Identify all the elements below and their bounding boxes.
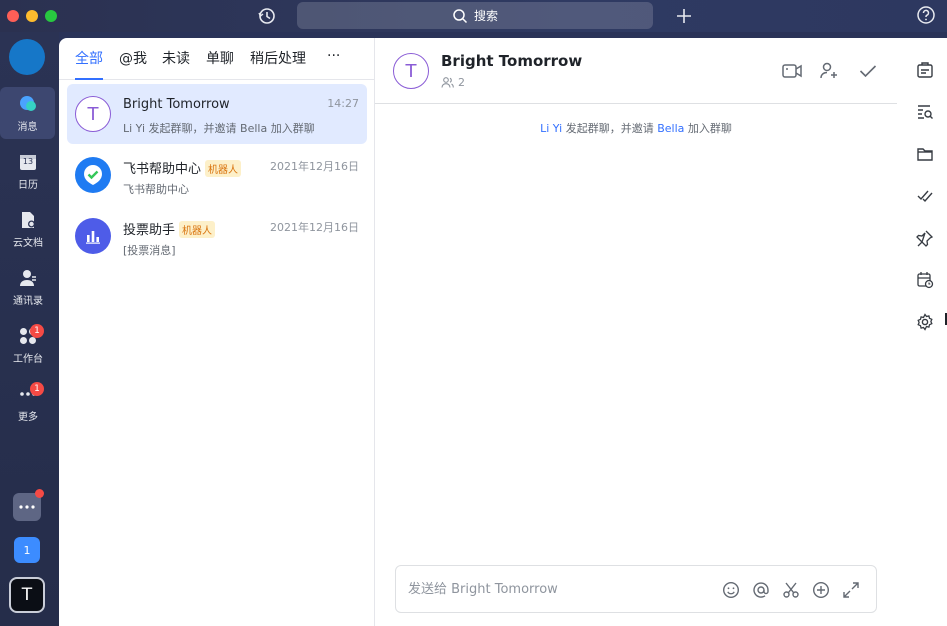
scissors-icon[interactable] (780, 579, 802, 601)
nav-docs-label: 云文档 (13, 238, 43, 249)
system-message-text: 加入群聊 (684, 122, 732, 135)
group-avatar-initial: T (87, 103, 99, 125)
nav-contacts[interactable]: 通讯录 (0, 261, 56, 313)
tasks-icon[interactable] (914, 185, 936, 207)
minimize-window-button[interactable] (26, 10, 38, 22)
more-badge: 1 (30, 382, 44, 396)
conversation-item[interactable]: 投票助手 机器人 2021年12月16日 [投票消息] (67, 206, 367, 266)
pin-icon[interactable] (914, 227, 936, 249)
calendar-icon: 13 (17, 151, 39, 173)
calendar-clock-icon[interactable] (914, 269, 936, 291)
tab-direct[interactable]: 单聊 (206, 48, 234, 68)
tab-more[interactable]: ··· (327, 48, 340, 64)
workspace-switch-badge[interactable]: 1 (14, 537, 40, 563)
workplace-badge: 1 (30, 324, 44, 338)
help-center-logo-icon (84, 165, 102, 185)
doc-icon (17, 209, 39, 231)
add-member-icon[interactable] (818, 60, 840, 82)
history-icon[interactable] (256, 5, 278, 27)
nav-contacts-label: 通讯录 (13, 296, 43, 307)
conversation-name: 投票助手 机器人 (123, 219, 216, 238)
check-icon[interactable] (857, 60, 879, 82)
conversation-time: 2021年12月16日 (270, 221, 359, 234)
member-count[interactable]: 2 (441, 76, 465, 89)
video-call-icon[interactable] (781, 60, 803, 82)
system-message: Li Yi 发起群聊，并邀请 Bella 加入群聊 (375, 120, 897, 136)
chat-title[interactable]: Bright Tomorrow (441, 52, 582, 70)
emoji-icon[interactable] (720, 579, 742, 601)
conversation-name: 飞书帮助中心 机器人 (123, 158, 242, 177)
conversation-item[interactable]: T Bright Tomorrow 14:27 Li Yi 发起群聊，并邀请 B… (67, 84, 367, 144)
calendar-day: 13 (22, 157, 34, 166)
user-avatar[interactable] (9, 39, 45, 75)
conversation-list-panel: 全部 @我 未读 单聊 稍后处理 ··· T Bright Tomorrow 1… (59, 38, 375, 626)
group-avatar: T (75, 96, 111, 132)
plus-icon[interactable] (673, 5, 695, 27)
system-message-user[interactable]: Bella (657, 122, 684, 135)
settings-icon[interactable] (914, 311, 936, 333)
search-history-icon[interactable] (914, 101, 936, 123)
system-message-text: 发起群聊，并邀请 (562, 122, 658, 135)
chat-avatar[interactable]: T (393, 53, 429, 89)
active-tab-indicator (75, 78, 103, 80)
message-input[interactable] (408, 566, 708, 612)
add-attachment-icon[interactable] (810, 579, 832, 601)
title-bar: 搜索 (0, 0, 947, 32)
folder-icon[interactable] (914, 143, 936, 165)
contacts-icon (17, 267, 39, 289)
nav-calendar-label: 日历 (18, 180, 38, 191)
nav-more-label: 更多 (18, 412, 38, 423)
close-window-button[interactable] (7, 10, 19, 22)
chat-avatar-initial: T (405, 60, 417, 82)
conversation-item[interactable]: 飞书帮助中心 机器人 2021年12月16日 飞书帮助中心 (67, 145, 367, 205)
bot-tag: 机器人 (205, 160, 242, 177)
notification-dot (35, 489, 44, 498)
search-bar[interactable]: 搜索 (297, 2, 653, 29)
expand-icon[interactable] (840, 579, 862, 601)
conversation-tabs: 全部 @我 未读 单聊 稍后处理 ··· (59, 38, 375, 80)
zoom-window-button[interactable] (45, 10, 57, 22)
search-label: 搜索 (473, 9, 498, 23)
nav-messages-label: 消息 (17, 122, 38, 133)
mention-icon[interactable] (750, 579, 772, 601)
navigation-rail: 消息 13 日历 云文档 通讯录 工作台 1 更多 1 1 T (0, 32, 59, 626)
tab-unread[interactable]: 未读 (162, 48, 190, 68)
conversation-name-text: 飞书帮助中心 (123, 162, 202, 177)
conversation-preview: 飞书帮助中心 (123, 183, 189, 196)
search-icon (453, 8, 468, 23)
conversation-time: 2021年12月16日 (270, 160, 359, 173)
nav-workplace[interactable]: 工作台 (0, 319, 56, 371)
nav-calendar[interactable]: 13 日历 (0, 145, 56, 197)
nav-docs[interactable]: 云文档 (0, 203, 56, 255)
conversation-name: Bright Tomorrow (123, 97, 230, 112)
chat-header: T Bright Tomorrow 2 (375, 38, 897, 104)
help-center-avatar (75, 157, 111, 193)
conversation-name-text: 投票助手 (123, 223, 176, 238)
bar-chart-icon (86, 231, 100, 244)
announcement-icon[interactable] (914, 59, 936, 81)
nav-more[interactable]: 更多 (0, 377, 56, 429)
tab-later[interactable]: 稍后处理 (250, 48, 306, 68)
help-icon[interactable] (915, 4, 937, 26)
member-count-value: 2 (458, 76, 465, 89)
tab-all[interactable]: 全部 (75, 48, 103, 68)
ellipsis-icon (19, 505, 35, 509)
system-message-user[interactable]: Li Yi (540, 122, 562, 135)
chat-side-toolbar (897, 38, 947, 626)
chat-bubble-icon (17, 93, 39, 115)
conversation-preview: Li Yi 发起群聊，并邀请 Bella 加入群聊 (123, 122, 315, 135)
bot-tag: 机器人 (179, 221, 216, 238)
vote-assistant-avatar (75, 218, 111, 254)
tab-mentions[interactable]: @我 (119, 48, 147, 68)
chat-panel: T Bright Tomorrow 2 Li Yi 发起群聊，并邀请 Bella… (375, 38, 897, 626)
nav-messages[interactable]: 消息 (0, 87, 55, 139)
conversation-preview: [投票消息] (123, 244, 176, 257)
account-switcher[interactable]: T (9, 577, 45, 613)
members-icon (441, 77, 454, 88)
conversation-time: 14:27 (327, 97, 359, 110)
nav-workplace-label: 工作台 (13, 354, 43, 365)
message-composer (395, 565, 877, 613)
